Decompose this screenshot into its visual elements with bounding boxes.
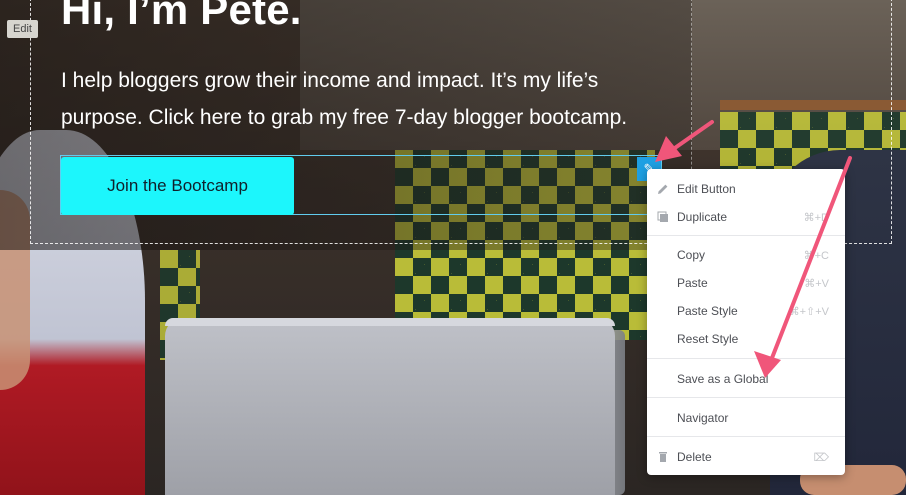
menu-item-reset-style[interactable]: Reset Style bbox=[647, 325, 845, 353]
menu-item-label: Edit Button bbox=[677, 182, 736, 196]
menu-item-shortcut: ⌘+D bbox=[803, 211, 829, 224]
menu-divider bbox=[647, 235, 845, 236]
menu-item-shortcut: ⌘+⇧+V bbox=[788, 305, 829, 318]
trash-icon bbox=[656, 450, 670, 464]
menu-divider bbox=[647, 358, 845, 359]
menu-item-save-as-global[interactable]: Save as a Global bbox=[647, 365, 845, 393]
menu-item-label: Duplicate bbox=[677, 210, 728, 224]
menu-item-shortcut: ⌦ bbox=[813, 451, 829, 464]
menu-item-label: Paste Style bbox=[677, 304, 738, 318]
menu-group-global: Save as a Global bbox=[647, 365, 845, 393]
menu-divider bbox=[647, 397, 845, 398]
menu-item-label: Paste bbox=[677, 276, 708, 290]
menu-item-copy[interactable]: Copy ⌘+C bbox=[647, 241, 845, 269]
menu-item-label: Delete bbox=[677, 450, 712, 464]
menu-group-clipboard: Copy ⌘+C Paste ⌘+V Paste Style ⌘+⇧+V Res… bbox=[647, 241, 845, 353]
join-bootcamp-button[interactable]: Join the Bootcamp bbox=[61, 157, 294, 215]
menu-group-delete: Delete ⌦ bbox=[647, 443, 845, 471]
menu-item-label: Reset Style bbox=[677, 332, 739, 346]
menu-divider bbox=[647, 436, 845, 437]
pencil-icon bbox=[656, 182, 670, 196]
menu-item-duplicate[interactable]: Duplicate ⌘+D bbox=[647, 203, 845, 231]
menu-item-label: Navigator bbox=[677, 411, 729, 425]
hero-title: Hi, I’m Pete. bbox=[61, 0, 302, 33]
hero-text: I help bloggers grow their income and im… bbox=[61, 69, 628, 129]
edit-section-tag[interactable]: Edit bbox=[7, 20, 38, 38]
menu-item-edit-button[interactable]: Edit Button bbox=[647, 175, 845, 203]
menu-group-navigator: Navigator bbox=[647, 404, 845, 432]
menu-item-paste-style[interactable]: Paste Style ⌘+⇧+V bbox=[647, 297, 845, 325]
menu-item-delete[interactable]: Delete ⌦ bbox=[647, 443, 845, 471]
menu-item-shortcut: ⌘+C bbox=[803, 249, 829, 262]
menu-group-edit: Edit Button Duplicate ⌘+D bbox=[647, 175, 845, 231]
menu-item-label: Copy bbox=[677, 248, 706, 262]
menu-item-shortcut: ⌘+V bbox=[804, 277, 829, 290]
menu-item-navigator[interactable]: Navigator bbox=[647, 404, 845, 432]
copy-icon bbox=[656, 210, 670, 224]
menu-item-label: Save as a Global bbox=[677, 372, 769, 386]
context-menu: Edit Button Duplicate ⌘+D Copy ⌘+C Paste… bbox=[647, 169, 845, 475]
menu-item-paste[interactable]: Paste ⌘+V bbox=[647, 269, 845, 297]
